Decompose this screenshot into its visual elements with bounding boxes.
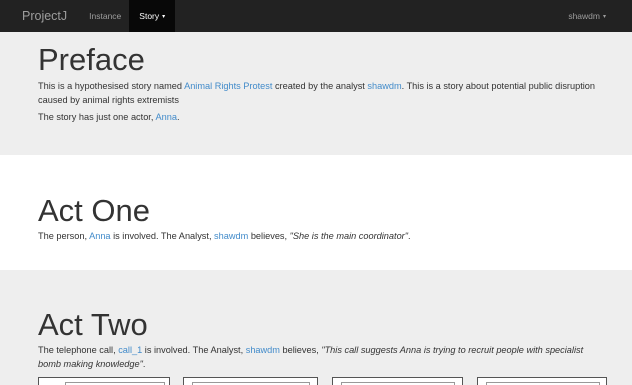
evidence-card[interactable] (477, 377, 607, 385)
act-two-section: Act Two The telephone call, call_1 is in… (0, 270, 632, 385)
navbar: ProjectJ Instance Story ▾ shawdm ▾ (0, 0, 632, 32)
preface-section: Preface This is a hypothesised story nam… (0, 32, 632, 155)
act-one-section: Act One The person, Anna is involved. Th… (0, 155, 632, 270)
nav-item-story-dropdown[interactable]: Story ▾ (129, 0, 176, 32)
act-text: believes, (248, 231, 290, 241)
act-text: . (142, 358, 146, 369)
user-menu-label: shawdm (568, 11, 600, 21)
chevron-down-icon: ▾ (602, 13, 606, 20)
chevron-down-icon: ▾ (162, 13, 166, 20)
act-text: believes, (279, 345, 322, 355)
evidence-cards (0, 377, 632, 385)
act-text: is involved. The Analyst, (142, 345, 246, 355)
nav-item-story-label: Story (139, 11, 160, 21)
brand-link[interactable]: ProjectJ (0, 0, 81, 32)
user-menu-dropdown[interactable]: shawdm ▾ (558, 0, 632, 32)
act-one-description: The person, Anna is involved. The Analys… (38, 230, 602, 244)
act-one-title: Act One (38, 193, 150, 228)
act-text: . (408, 231, 411, 241)
story-link[interactable]: Animal Rights Protest (184, 81, 272, 91)
preface-actors: The story has just one actor, Anna. (38, 111, 602, 125)
actor-link[interactable]: Anna (155, 112, 176, 122)
act-text: The person, (38, 231, 90, 241)
evidence-card[interactable] (183, 377, 318, 385)
preface-description: This is a hypothesised story named Anima… (38, 80, 602, 107)
preface-text: The story has just one actor, (38, 112, 156, 122)
evidence-card[interactable] (332, 377, 463, 385)
analyst-link[interactable]: shawdm (214, 231, 248, 241)
nav-item-instance-label: Instance (89, 11, 122, 21)
person-link[interactable]: Anna (89, 231, 110, 241)
act-two-title: Act Two (38, 307, 148, 342)
preface-text: created by the analyst (272, 81, 368, 91)
analyst-link[interactable]: shawdm (367, 81, 401, 91)
call-link[interactable]: call_1 (118, 345, 142, 355)
act-text: is involved. The Analyst, (110, 231, 215, 241)
nav-item-instance[interactable]: Instance (81, 0, 129, 32)
act-text: The telephone call, (38, 345, 119, 355)
belief-quote: "She is the main coordinator" (289, 231, 409, 241)
preface-text: . (176, 112, 180, 122)
act-two-description: The telephone call, call_1 is involved. … (38, 344, 602, 371)
analyst-link[interactable]: shawdm (246, 345, 280, 355)
preface-text: This is a hypothesised story named (38, 81, 185, 91)
evidence-card[interactable] (38, 377, 170, 385)
preface-title: Preface (38, 42, 145, 77)
